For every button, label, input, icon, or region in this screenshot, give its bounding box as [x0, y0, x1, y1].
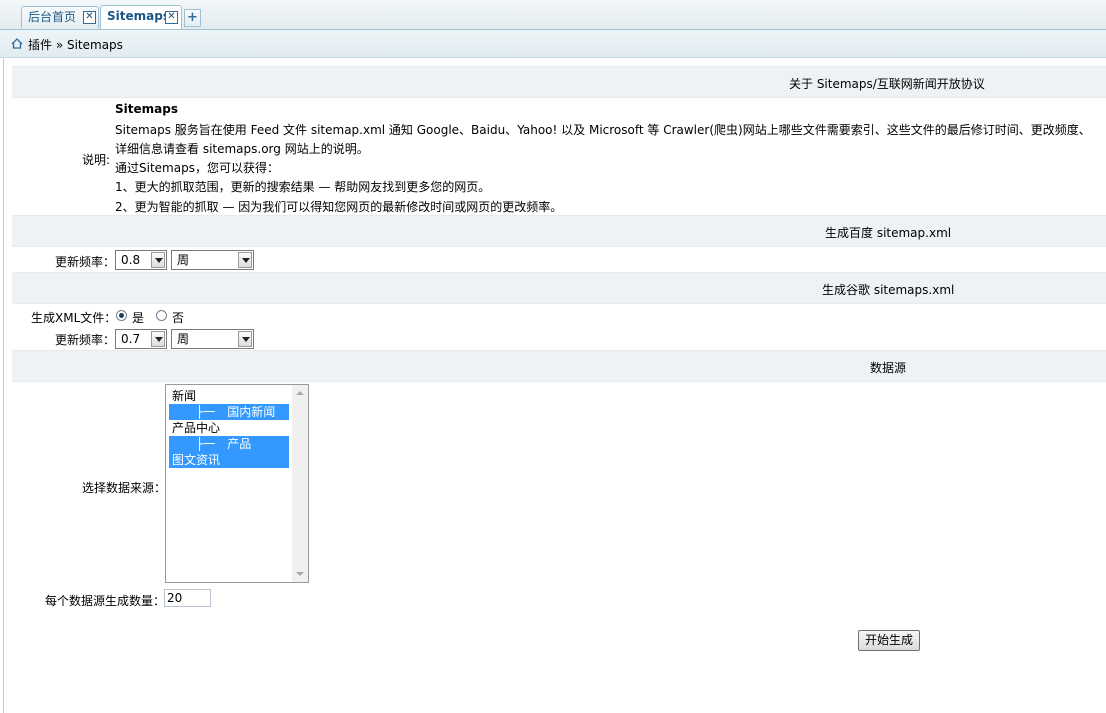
section-baidu: 生成百度 sitemap.xml — [12, 215, 1106, 247]
google-priority-value: 0.7 — [121, 332, 141, 346]
datasource-option-news[interactable]: 新闻 — [169, 388, 289, 404]
baidu-period-select[interactable]: 周 — [171, 250, 254, 270]
chevron-down-icon — [151, 331, 165, 347]
tab-dashboard[interactable]: 后台首页 ✕ — [21, 6, 99, 28]
section-about-title: 关于 Sitemaps/互联网新闻开放协议 — [789, 77, 985, 91]
datasource-select-label: 选择数据来源： — [82, 481, 167, 495]
breadcrumb-bar: 插件 » Sitemaps — [0, 30, 1106, 58]
google-xml-yes-label: 是 — [132, 311, 145, 325]
tab-dashboard-label: 后台首页 — [28, 10, 77, 24]
add-tab-button[interactable]: + — [184, 9, 201, 27]
count-label: 每个数据源生成数量： — [45, 594, 166, 608]
description-title: Sitemaps — [115, 102, 178, 116]
google-freq-label: 更新频率： — [55, 333, 116, 347]
section-google: 生成谷歌 sitemaps.xml — [12, 272, 1106, 304]
google-xml-no-radio[interactable] — [156, 310, 167, 321]
datasource-option-product-center[interactable]: 产品中心 — [169, 420, 289, 436]
start-generate-button[interactable]: 开始生成 — [858, 630, 920, 651]
scroll-down-icon[interactable] — [296, 572, 304, 576]
google-period-select[interactable]: 周 — [171, 329, 254, 349]
listbox-scrollbar[interactable] — [292, 385, 308, 582]
description-line-2: 详细信息请查看 sitemaps.org 网站上的说明。 — [115, 142, 369, 156]
description-label: 说明: — [82, 153, 111, 167]
tab-sitemaps-label: Sitemaps — [107, 9, 170, 23]
section-datasource-title: 数据源 — [870, 361, 907, 375]
description-line-4: 1、更大的抓取范围，更新的搜索结果 — 帮助网友找到更多您的网页。 — [115, 180, 491, 194]
tab-bar: 后台首页 ✕ Sitemaps ✕ + — [0, 0, 1106, 30]
google-priority-select[interactable]: 0.7 — [115, 329, 167, 349]
chevron-down-icon — [238, 331, 252, 347]
section-datasource: 数据源 — [12, 350, 1106, 382]
tab-sitemaps-close-icon[interactable]: ✕ — [165, 11, 178, 24]
section-google-title: 生成谷歌 sitemaps.xml — [822, 283, 955, 297]
content-border — [3, 58, 4, 713]
section-about: 关于 Sitemaps/互联网新闻开放协议 — [12, 66, 1106, 98]
scroll-up-icon[interactable] — [296, 391, 304, 395]
chevron-down-icon — [151, 252, 165, 268]
breadcrumb: 插件 » Sitemaps — [28, 38, 123, 52]
home-icon[interactable] — [11, 38, 23, 49]
baidu-period-value: 周 — [177, 253, 190, 267]
datasource-option-picture-news[interactable]: 图文资讯 — [169, 452, 289, 468]
count-input[interactable]: 20 — [164, 589, 211, 607]
description-line-1: Sitemaps 服务旨在使用 Feed 文件 sitemap.xml 通知 G… — [115, 123, 1091, 137]
chevron-down-icon — [238, 252, 252, 268]
google-xml-no-label: 否 — [172, 311, 185, 325]
description-line-5: 2、更为智能的抓取 — 因为我们可以得知您网页的最新修改时间或网页的更改频率。 — [115, 200, 563, 214]
google-period-value: 周 — [177, 332, 190, 346]
tab-sitemaps[interactable]: Sitemaps ✕ — [100, 5, 182, 29]
baidu-priority-select[interactable]: 0.8 — [115, 250, 167, 270]
baidu-freq-label: 更新频率： — [55, 255, 116, 269]
google-xml-yes-radio[interactable] — [116, 310, 127, 321]
baidu-priority-value: 0.8 — [121, 253, 141, 267]
datasource-listbox[interactable]: 新闻 ├一 国内新闻 产品中心 ├一 产品 图文资讯 — [165, 384, 309, 583]
tab-dashboard-close-icon[interactable]: ✕ — [83, 11, 96, 24]
google-xml-label: 生成XML文件： — [31, 311, 117, 325]
datasource-option-products[interactable]: ├一 产品 — [169, 436, 289, 452]
datasource-option-domestic-news[interactable]: ├一 国内新闻 — [169, 404, 289, 420]
section-baidu-title: 生成百度 sitemap.xml — [825, 226, 952, 240]
description-line-3: 通过Sitemaps，您可以获得： — [115, 161, 279, 175]
